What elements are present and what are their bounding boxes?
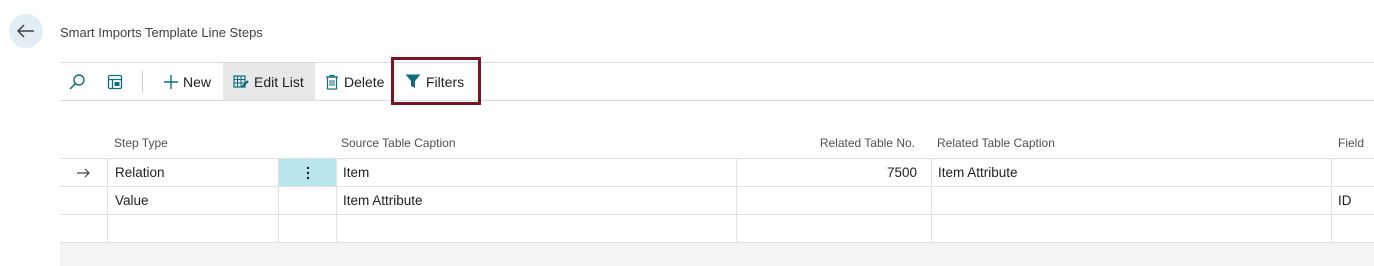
arrow-left-icon: [17, 24, 34, 38]
column-header-field[interactable]: Field: [1338, 136, 1364, 150]
row-actions-button[interactable]: [278, 159, 337, 186]
new-button[interactable]: New: [164, 63, 211, 100]
edit-list-label: Edit List: [254, 73, 304, 90]
table-row[interactable]: Relation Item 7500 Item Attribute: [60, 158, 1374, 186]
filters-label: Filters: [426, 73, 465, 90]
search-button[interactable]: [68, 63, 86, 100]
cell-related-table-caption[interactable]: [931, 215, 1332, 242]
delete-button[interactable]: Delete: [325, 63, 384, 100]
cell-step-type[interactable]: [107, 215, 279, 242]
cell-field[interactable]: ID: [1331, 187, 1374, 214]
search-icon: [69, 73, 85, 90]
column-header-step-type[interactable]: Step Type: [114, 136, 168, 150]
new-label: New: [183, 73, 212, 90]
cell-related-table-caption[interactable]: Item Attribute: [931, 159, 1332, 186]
arrow-right-icon: [77, 168, 90, 177]
row-indicator: [60, 159, 108, 186]
delete-label: Delete: [344, 73, 385, 90]
column-header-related-table-no[interactable]: Related Table No.: [800, 136, 915, 150]
row-indicator: [60, 187, 108, 214]
cell-source-table-caption[interactable]: Item: [336, 159, 737, 186]
toolbar-divider: [142, 71, 143, 93]
page-title: Smart Imports Template Line Steps: [60, 25, 263, 40]
filter-icon: [405, 74, 421, 88]
filters-button[interactable]: Filters: [405, 63, 464, 100]
cell-source-table-caption[interactable]: [336, 215, 737, 242]
more-vertical-icon: [306, 166, 310, 179]
action-toolbar: New Edit List Delete Filters: [60, 62, 1374, 101]
cell-related-table-no[interactable]: [736, 215, 932, 242]
table-row[interactable]: [60, 214, 1374, 242]
cell-related-table-no[interactable]: [736, 187, 932, 214]
cell-related-table-no[interactable]: 7500: [736, 159, 932, 186]
row-indicator: [60, 215, 108, 242]
cell-field[interactable]: [1331, 215, 1374, 242]
row-actions-cell[interactable]: [278, 187, 337, 214]
plus-icon: [164, 74, 178, 89]
edit-list-button[interactable]: Edit List: [223, 63, 315, 100]
back-button[interactable]: [9, 14, 43, 48]
column-header-related-table-caption[interactable]: Related Table Caption: [937, 136, 1055, 150]
table-view-icon: [107, 74, 123, 89]
edit-list-icon: [233, 74, 249, 88]
table-row[interactable]: Value Item Attribute ID: [60, 186, 1374, 214]
cell-step-type[interactable]: Relation: [107, 159, 279, 186]
list-view-button[interactable]: [107, 63, 123, 100]
row-actions-cell[interactable]: [278, 215, 337, 242]
cell-field[interactable]: [1331, 159, 1374, 186]
grid-footer: [60, 242, 1374, 266]
cell-source-table-caption[interactable]: Item Attribute: [336, 187, 737, 214]
column-header-source-table-caption[interactable]: Source Table Caption: [341, 136, 456, 150]
trash-icon: [326, 74, 338, 90]
cell-step-type[interactable]: Value: [107, 187, 279, 214]
cell-related-table-caption[interactable]: [931, 187, 1332, 214]
